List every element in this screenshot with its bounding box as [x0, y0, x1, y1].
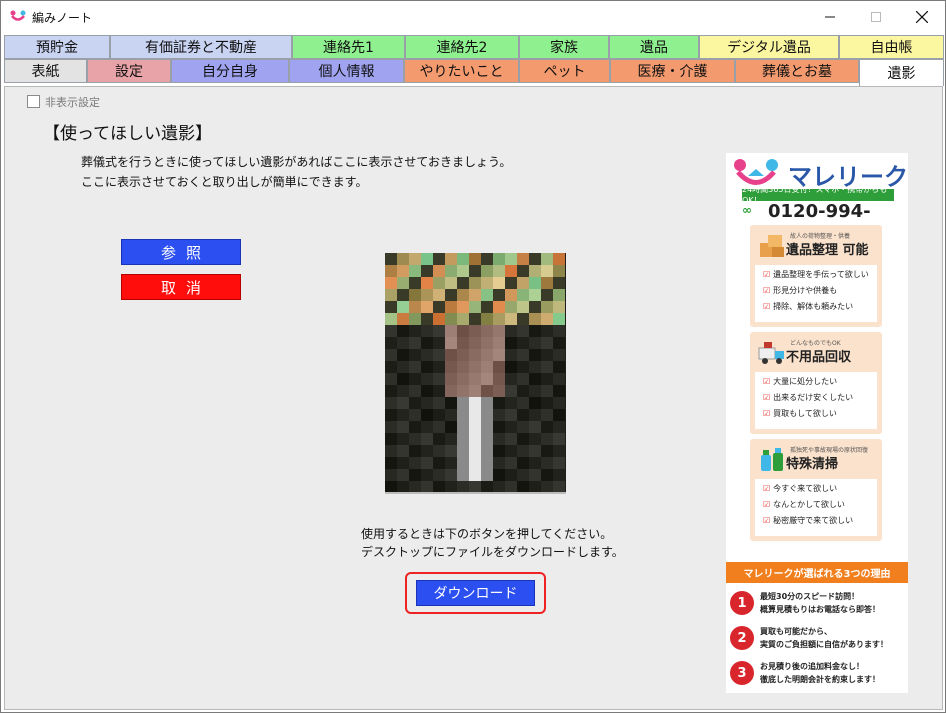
service1-list: ☑ 遺品整理を手伝って欲しい ☑ 形見分けや供養も ☑ 掃除、解体も頼みたい — [755, 265, 877, 322]
check-icon: ☑ — [763, 409, 771, 418]
ad-service-estate-cleanup: 故人の荷物整理・供養 遺品整理 可能 ☑ 遺品整理を手伝って欲しい ☑ 形見分けや供… — [750, 225, 882, 327]
cancel-button[interactable]: 取消 — [121, 274, 241, 300]
reason-number-badge: 3 — [730, 661, 754, 685]
ad-reason-1: 1 最短30分のスピード訪問！ 概算見積もりはお電話なら即答！ — [730, 589, 908, 621]
maximize-icon — [871, 11, 881, 22]
tab-pets[interactable]: ペット — [519, 59, 610, 83]
app-logo-icon — [10, 10, 26, 21]
section-title: 【使ってほしい遺影】 — [43, 124, 213, 144]
list-item: ☑ 秘密厳守で来て欲しい — [763, 516, 854, 525]
service3-list: ☑ 今すぐ来て欲しい ☑ なんとかして欲しい ☑ 秘密厳守で来て欲しい — [755, 479, 877, 536]
usage-line-2: デスクトップにファイルをダウンロードします。 — [361, 545, 624, 559]
tab-family[interactable]: 家族 — [519, 35, 609, 59]
tab-savings[interactable]: 預貯金 — [4, 35, 110, 59]
reason-number-badge: 1 — [730, 591, 754, 615]
description-line-1: 葬儀式を行うときに使ってほしい遺影があればここに表示させておきましょう。 — [81, 155, 512, 169]
list-item: ☑ なんとかして欲しい — [763, 500, 845, 509]
check-icon: ☑ — [763, 484, 771, 493]
list-item: ☑ 掃除、解体も頼みたい — [763, 302, 854, 311]
check-icon: ☑ — [763, 500, 771, 509]
download-button[interactable]: ダウンロード — [416, 580, 535, 606]
list-item: ☑ 遺品整理を手伝って欲しい — [763, 270, 869, 279]
minimize-button[interactable] — [807, 1, 853, 32]
tab-funeral-grave[interactable]: 葬儀とお墓 — [735, 59, 859, 83]
minimize-icon — [825, 16, 835, 17]
app-window: 編みノート 預貯金 有価証券と不動産 連絡先1 連絡先2 家族 遺品 デジタル遺… — [0, 0, 946, 713]
ad-service-junk-removal: どんなものでもOK 不用品回収 ☑ 大量に処分したい ☑ 出来るだけ安くしたい ☑ 買… — [750, 332, 882, 434]
tab-digital-belongings[interactable]: デジタル遺品 — [699, 35, 839, 59]
ad-reason-3: 3 お見積り後の追加料金なし！ 徹底した明朗会計を約束します！ — [730, 659, 908, 691]
title-bar: 編みノート — [1, 1, 945, 32]
ad-tagline: 24時間365日受付！スマホ・携帯からもOK！ — [742, 185, 894, 205]
reason-line-1: 最短30分のスピード訪問！ — [760, 592, 860, 601]
tab-personal-info[interactable]: 個人情報 — [289, 59, 404, 83]
portrait-image — [385, 253, 566, 494]
browse-button[interactable]: 参照 — [121, 239, 241, 265]
check-icon: ☑ — [763, 270, 771, 279]
list-item: ☑ 形見分けや供養も — [763, 286, 838, 295]
check-icon: ☑ — [763, 286, 771, 295]
tab-myself[interactable]: 自分自身 — [171, 59, 289, 83]
list-item: ☑ 出来るだけ安くしたい — [763, 393, 854, 402]
reason-line-2: 徹底した明朗会計を約束します！ — [760, 675, 880, 684]
list-item: ☑ 今すぐ来て欲しい — [763, 484, 838, 493]
ad-service-special-cleaning: 孤独死や事故現場の原状回復 特殊清掃 ☑ 今すぐ来て欲しい ☑ なんとかして欲しい … — [750, 439, 882, 541]
free-dial-icon: ∞ — [742, 203, 752, 217]
cleaning-bottle-icon — [761, 448, 783, 471]
close-icon — [916, 10, 928, 23]
service3-title: 特殊清掃 — [786, 457, 839, 472]
truck-icon — [758, 342, 784, 364]
reason-line-1: お見積り後の追加料金なし！ — [760, 662, 864, 671]
service2-title: 不用品回収 — [786, 350, 852, 365]
reason-line-2: 実質のご負担額に自信があります！ — [760, 640, 888, 649]
hide-setting-checkbox[interactable] — [27, 95, 40, 108]
check-icon: ☑ — [763, 302, 771, 311]
reason-line-2: 概算見積もりはお電話なら即答！ — [760, 605, 880, 614]
list-item: ☑ 買取もして欲しい — [763, 409, 837, 418]
check-icon: ☑ — [763, 377, 771, 386]
description-line-2: ここに表示させておくと取り出しが簡単にできます。 — [81, 175, 368, 189]
download-highlight: ダウンロード — [405, 572, 546, 614]
hide-setting-label: 非表示設定 — [45, 96, 100, 109]
list-item: ☑ 大量に処分したい — [763, 377, 838, 386]
ad-banner[interactable]: マレリーク 24時間365日受付！スマホ・携帯からもOK！ ∞ 0120-994… — [726, 153, 908, 693]
tab-belongings[interactable]: 遺品 — [609, 35, 699, 59]
reason-number-badge: 2 — [730, 626, 754, 650]
tab-contacts1[interactable]: 連絡先1 — [292, 35, 405, 59]
service1-title: 遺品整理 可能 — [786, 243, 869, 258]
tab-settings[interactable]: 設定 — [87, 59, 171, 83]
reason-line-1: 買取も可能だから、 — [760, 627, 832, 636]
tab-securities-realestate[interactable]: 有価証券と不動産 — [110, 35, 292, 59]
tab-portrait[interactable]: 遺影 — [859, 59, 944, 86]
check-icon: ☑ — [763, 393, 771, 402]
portrait-panel: 非表示設定 【使ってほしい遺影】 葬儀式を行うときに使ってほしい遺影があればここ… — [4, 86, 943, 710]
check-icon: ☑ — [763, 516, 771, 525]
boxes-icon — [760, 235, 784, 257]
tab-cover[interactable]: 表紙 — [4, 59, 87, 83]
tab-medical-care[interactable]: 医療・介護 — [610, 59, 735, 83]
ad-reasons-title: マレリークが選ばれる3つの理由 — [726, 562, 908, 583]
usage-line-1: 使用するときは下のボタンを押してください。 — [361, 527, 613, 541]
tab-free-notes[interactable]: 自由帳 — [839, 35, 944, 59]
close-button[interactable] — [899, 1, 945, 32]
service2-list: ☑ 大量に処分したい ☑ 出来るだけ安くしたい ☑ 買取もして欲しい — [755, 372, 877, 429]
tab-wishlist[interactable]: やりたいこと — [404, 59, 519, 83]
ad-reason-2: 2 買取も可能だから、 実質のご負担額に自信があります！ — [730, 624, 908, 656]
window-title: 編みノート — [32, 11, 93, 25]
tab-contacts2[interactable]: 連絡先2 — [405, 35, 519, 59]
maximize-button[interactable] — [853, 1, 899, 32]
